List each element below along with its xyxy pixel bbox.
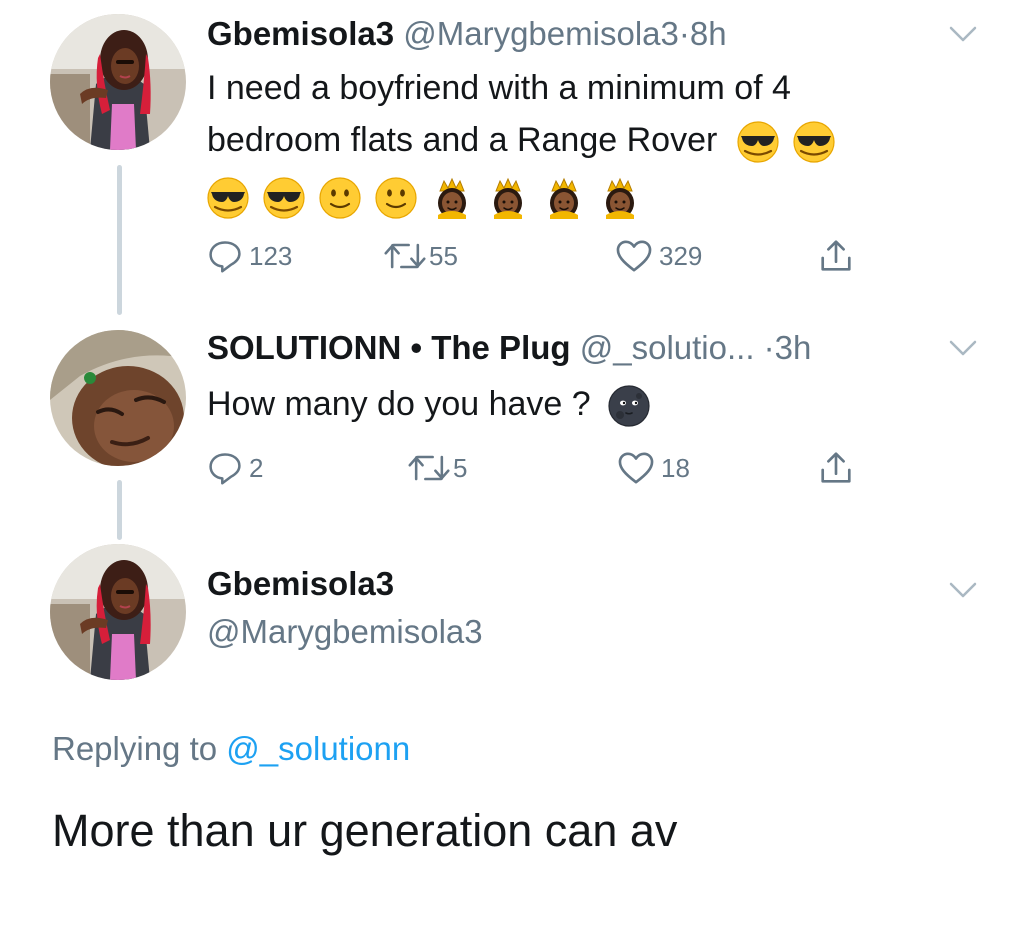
username[interactable]: @_solutio... — [580, 329, 755, 366]
reply-count: 2 — [249, 452, 264, 483]
display-name[interactable]: Gbemisola3 — [207, 15, 394, 52]
retweet-icon — [407, 451, 451, 485]
main-tweet-text: More than ur generation can av — [52, 805, 678, 856]
thread-line — [117, 165, 122, 315]
tweet-actions: 2 5 18 — [207, 448, 867, 488]
chevron-down-icon[interactable] — [948, 24, 978, 49]
princess-emoji-icon — [599, 177, 641, 219]
replying-to: Replying to @_solutionn — [52, 730, 410, 768]
chevron-down-icon[interactable] — [948, 338, 978, 363]
tweet-header: Gbemisola3 @Marygbemisola3·8h — [207, 14, 727, 54]
tweet-header: SOLUTIONN • The Plug @_solutio... ·3h — [207, 328, 811, 368]
share-icon — [817, 237, 855, 275]
avatar[interactable] — [50, 330, 186, 466]
retweet-button[interactable]: 55 — [383, 236, 458, 276]
username[interactable]: @Marygbemisola3 — [207, 612, 483, 652]
separator-dot: · — [763, 329, 775, 366]
like-count: 329 — [659, 240, 703, 271]
tweet-text: I need a boyfriend with a minimum of 4 b… — [207, 62, 849, 222]
like-count: 18 — [661, 452, 690, 483]
timestamp[interactable]: 3h — [775, 329, 812, 366]
emoji-line — [207, 166, 849, 222]
username[interactable]: @Marygbemisola3 — [403, 15, 679, 52]
replying-mention-link[interactable]: @_solutionn — [226, 730, 410, 767]
princess-emoji-icon — [431, 177, 473, 219]
separator-dot: · — [678, 15, 690, 52]
timestamp[interactable]: 8h — [690, 15, 727, 52]
display-name[interactable]: SOLUTIONN • The Plug — [207, 329, 571, 366]
slightly-smiling-emoji-icon — [375, 177, 417, 219]
avatar[interactable] — [50, 14, 186, 150]
retweet-count: 5 — [453, 452, 468, 483]
reply-icon — [207, 238, 243, 274]
like-button[interactable]: 18 — [617, 448, 690, 488]
share-button[interactable] — [817, 448, 855, 488]
tweet-actions: 123 55 329 — [207, 236, 867, 276]
like-icon — [617, 451, 655, 485]
sunglasses-emoji-icon — [793, 121, 835, 163]
avatar[interactable] — [50, 544, 186, 680]
like-icon — [615, 239, 653, 273]
reply-button[interactable]: 2 — [207, 448, 263, 488]
replying-label: Replying to — [52, 730, 218, 767]
share-button[interactable] — [817, 236, 855, 276]
retweet-count: 55 — [429, 240, 458, 271]
tweet-text-line: I need a boyfriend with a minimum of 4 — [207, 69, 791, 107]
reply-icon — [207, 450, 243, 486]
tweet-text-line: bedroom flats and a Range Rover — [207, 114, 849, 166]
new-moon-face-emoji-icon — [608, 385, 650, 427]
display-name[interactable]: Gbemisola3 — [207, 564, 394, 604]
princess-emoji-icon — [487, 177, 529, 219]
sunglasses-emoji-icon — [737, 121, 779, 163]
reply-count: 123 — [249, 240, 293, 271]
tweet-text: How many do you have ? — [207, 378, 664, 430]
slightly-smiling-emoji-icon — [319, 177, 361, 219]
princess-emoji-icon — [543, 177, 585, 219]
retweet-button[interactable]: 5 — [407, 448, 467, 488]
sunglasses-emoji-icon — [207, 177, 249, 219]
sunglasses-emoji-icon — [263, 177, 305, 219]
retweet-icon — [383, 239, 427, 273]
like-button[interactable]: 329 — [615, 236, 702, 276]
share-icon — [817, 449, 855, 487]
tweet-text-fragment: bedroom flats and a Range Rover — [207, 121, 718, 159]
thread-line — [117, 480, 122, 540]
chevron-down-icon[interactable] — [948, 580, 978, 605]
reply-button[interactable]: 123 — [207, 236, 292, 276]
tweet-text-fragment: How many do you have ? — [207, 385, 591, 423]
